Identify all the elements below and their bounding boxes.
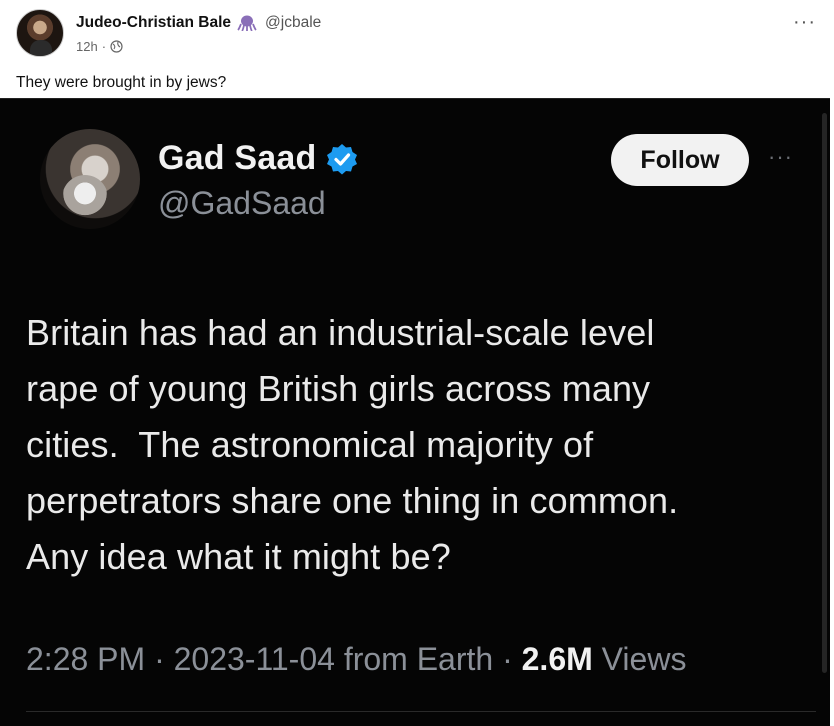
post-meta: 12h ·: [76, 39, 123, 54]
tweet-more-options-icon: ···: [768, 144, 793, 169]
octopus-icon: [237, 15, 257, 32]
tweet-body-line: rape of young British girls across many: [26, 368, 651, 409]
author-name[interactable]: Judeo-Christian Bale: [76, 14, 231, 32]
tweet-meta: 2:28 PM · 2023-11-04 from Earth · 2.6M V…: [26, 641, 686, 678]
image-edge-bar: [822, 113, 827, 673]
tweet-divider: [26, 711, 816, 712]
tweet-body: Britain has had an industrial-scale leve…: [26, 305, 816, 585]
tweet-author-handle: @GadSaad: [158, 185, 326, 221]
tweet-author-line: Gad Saad: [158, 139, 358, 178]
verified-badge-icon: [326, 143, 358, 175]
tweet-body-line: cities. The astronomical majority of: [26, 424, 594, 465]
post-header: Judeo-Christian Bale @jcbale 12h · ···: [16, 9, 826, 59]
author-handle[interactable]: @jcbale: [265, 14, 321, 32]
tweet-author-avatar: [40, 129, 140, 229]
meta-separator: ·: [101, 39, 107, 54]
follow-button: Follow: [611, 134, 749, 186]
author-avatar[interactable]: [16, 9, 64, 57]
post-more-options-icon[interactable]: ···: [793, 11, 816, 34]
tweet-body-line: perpetrators share one thing in common.: [26, 480, 679, 521]
post-timestamp[interactable]: 12h: [76, 39, 98, 54]
tweet-timestamp-source: 2:28 PM · 2023-11-04 from Earth ·: [26, 641, 522, 677]
tweet-views-count: 2.6M: [521, 641, 593, 677]
globe-icon: [110, 40, 123, 53]
tweet-body-line: Any idea what it might be?: [26, 536, 451, 577]
tweet-body-line: Britain has had an industrial-scale leve…: [26, 312, 655, 353]
embedded-tweet-screenshot[interactable]: Gad Saad @GadSaad Follow ··· Britain has…: [0, 98, 830, 726]
author-line: Judeo-Christian Bale @jcbale: [76, 14, 321, 32]
tweet-author-name: Gad Saad: [158, 139, 317, 177]
tweet-views-label: Views: [592, 641, 687, 677]
post-text: They were brought in by jews?: [16, 74, 227, 91]
